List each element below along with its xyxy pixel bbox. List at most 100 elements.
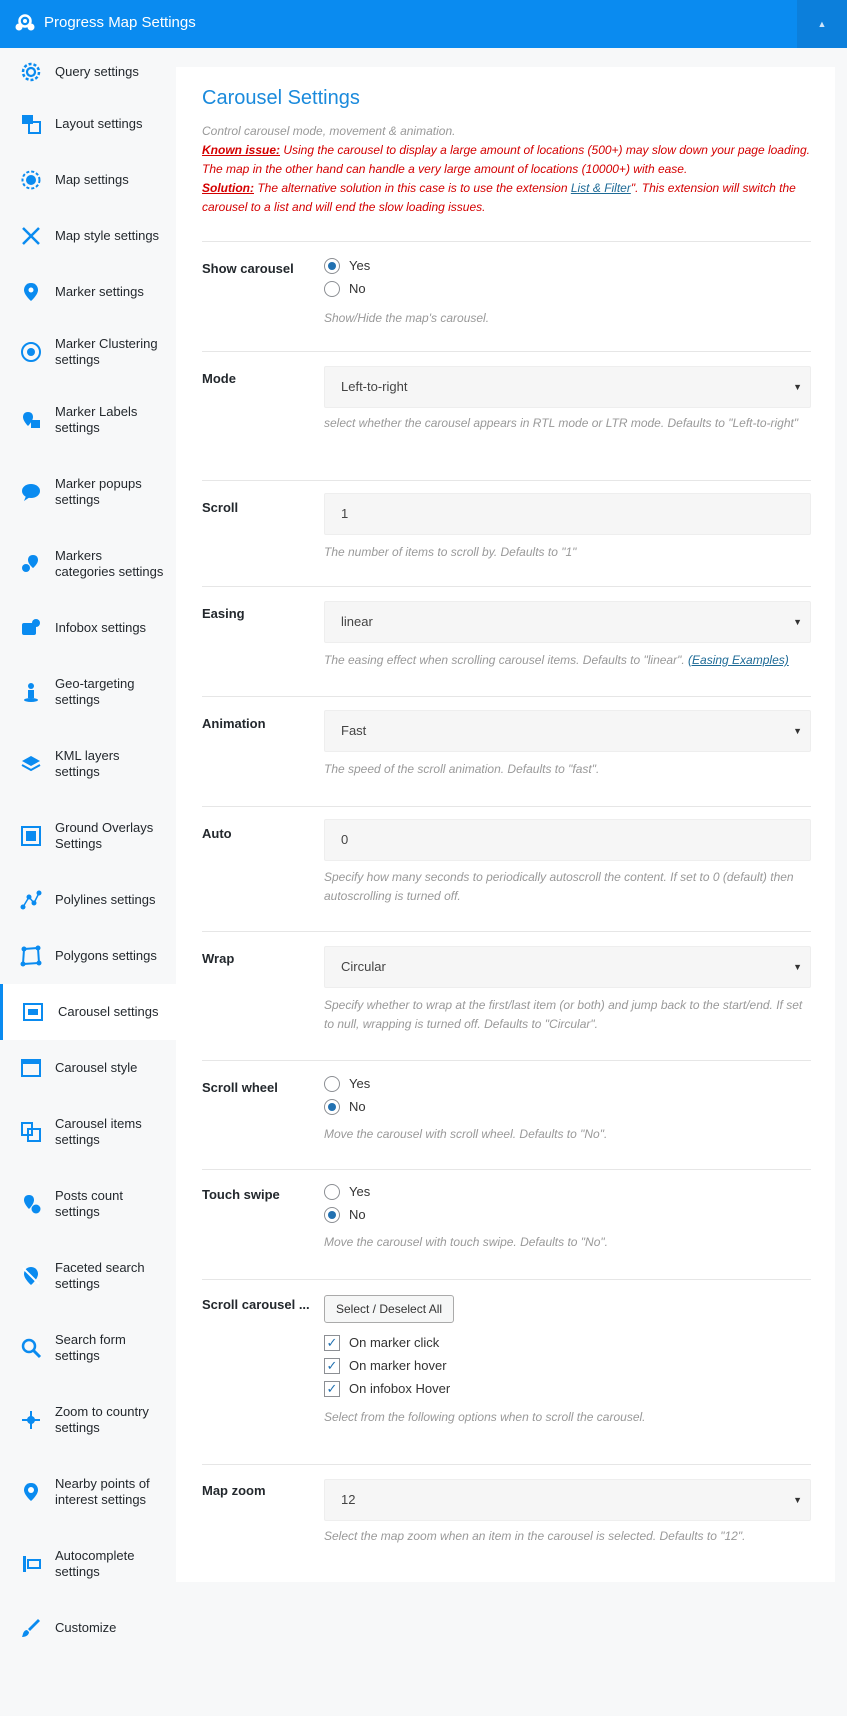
solution-body-before: The alternative solution in this case is… bbox=[253, 181, 571, 195]
sidebar-item-label: Carousel items settings bbox=[55, 1116, 142, 1147]
chevron-down-icon: ▼ bbox=[793, 617, 802, 627]
sidebar-item-label: Marker Clustering settings bbox=[55, 336, 158, 367]
arrow-up-icon: ▲ bbox=[817, 19, 827, 29]
animation-row: Animation Fast ▼ The speed of the scroll … bbox=[202, 696, 811, 806]
scroll-wheel-yes-radio[interactable]: Yes bbox=[324, 1072, 811, 1095]
map-zoom-select[interactable]: 12 ▼ bbox=[324, 1479, 811, 1521]
animation-select[interactable]: Fast ▼ bbox=[324, 710, 811, 752]
sidebar-item-polylines-settings[interactable]: Polylines settings bbox=[0, 872, 176, 928]
sidebar-item-map-style-settings[interactable]: Map style settings bbox=[0, 208, 176, 264]
sidebar-item-customize[interactable]: Customize bbox=[0, 1600, 176, 1656]
sidebar-item-marker-popups-settings[interactable]: Marker popups settings bbox=[0, 456, 176, 528]
sidebar-item-label: Carousel settings bbox=[58, 1004, 159, 1019]
radio-label: Yes bbox=[349, 258, 371, 273]
auto-row: Auto 0 Specify how many seconds to perio… bbox=[202, 806, 811, 931]
sidebar-item-posts-count-settings[interactable]: Posts count settings bbox=[0, 1168, 176, 1240]
known-issue-label: Known issue: bbox=[202, 143, 281, 157]
solution-text: Solution: The alternative solution in th… bbox=[202, 179, 812, 217]
show-carousel-yes-radio[interactable]: Yes bbox=[324, 254, 811, 277]
sidebar-item-marker-settings[interactable]: Marker settings bbox=[0, 264, 176, 320]
posts-count-icon bbox=[24, 1195, 41, 1214]
page-title: Carousel Settings bbox=[202, 87, 360, 109]
mode-help: select whether the carousel appears in R… bbox=[324, 416, 799, 430]
mode-select[interactable]: Left-to-right ▼ bbox=[324, 366, 811, 408]
on-marker-click-checkbox[interactable]: ✓ On marker click bbox=[324, 1331, 811, 1354]
brush-icon bbox=[22, 1619, 40, 1637]
scroll-row: Scroll 1 The number of items to scroll b… bbox=[202, 480, 811, 586]
list-filter-link[interactable]: List & Filter bbox=[571, 181, 631, 195]
touch-swipe-no-radio[interactable]: No bbox=[324, 1203, 811, 1226]
sidebar-item-marker-labels-settings[interactable]: Marker Labels settings bbox=[0, 384, 176, 456]
sidebar-item-carousel-items-settings[interactable]: Carousel items settings bbox=[0, 1096, 176, 1168]
easing-select[interactable]: linear ▼ bbox=[324, 601, 811, 643]
collapse-toggle-button[interactable]: ▲ bbox=[797, 0, 847, 48]
carousel-items-icon bbox=[21, 1122, 41, 1142]
mode-select-value: Left-to-right bbox=[341, 379, 408, 394]
wrap-row: Wrap Circular ▼ Specify whether to wrap a… bbox=[202, 931, 811, 1060]
mode-label: Mode bbox=[202, 371, 236, 386]
sidebar-item-label: Nearby points of interest settings bbox=[55, 1476, 150, 1507]
show-carousel-field: Yes No Show/Hide the map's carousel. bbox=[324, 254, 811, 328]
map-zoom-label: Map zoom bbox=[202, 1483, 266, 1498]
animation-help: The speed of the scroll animation. Defau… bbox=[324, 762, 600, 776]
sidebar-item-carousel-settings[interactable]: Carousel settings bbox=[0, 984, 176, 1040]
sidebar-item-nearby-points-of-interest-settings[interactable]: Nearby points of interest settings bbox=[0, 1456, 176, 1528]
top-bar: Progress Map Settings ▲ bbox=[0, 0, 847, 48]
scroll-input[interactable]: 1 bbox=[324, 493, 811, 535]
easing-examples-link[interactable]: (Easing Examples) bbox=[688, 653, 789, 667]
scroll-label: Scroll bbox=[202, 500, 239, 515]
radio-checked-icon bbox=[324, 1098, 340, 1115]
scroll-carousel-row: Scroll carousel ... Select / Deselect Al… bbox=[202, 1279, 811, 1464]
scroll-wheel-label: Scroll wheel bbox=[202, 1080, 278, 1095]
sidebar-item-carousel-style[interactable]: Carousel style bbox=[0, 1040, 176, 1096]
easing-label: Easing bbox=[202, 606, 245, 621]
easing-field: linear ▼ The easing effect when scrolling… bbox=[324, 601, 811, 670]
map-zoom-field: 12 ▼ Select the map zoom when an item in … bbox=[324, 1479, 811, 1546]
faceted-search-icon bbox=[22, 1267, 40, 1285]
sidebar-item-label: Customize bbox=[55, 1620, 117, 1635]
sidebar-item-label: KML layers settings bbox=[55, 748, 120, 779]
sidebar-item-search-form-settings[interactable]: Search form settings bbox=[0, 1312, 176, 1384]
scroll-wheel-field: Yes No Move the carousel with scroll whe… bbox=[324, 1072, 811, 1144]
wrap-select[interactable]: Circular ▼ bbox=[324, 946, 811, 988]
sidebar-item-layout-settings[interactable]: Layout settings bbox=[0, 96, 176, 152]
sidebar-item-faceted-search-settings[interactable]: Faceted search settings bbox=[0, 1240, 176, 1312]
gear-icon bbox=[21, 62, 41, 82]
on-marker-hover-checkbox[interactable]: ✓ On marker hover bbox=[324, 1354, 811, 1377]
sidebar-item-kml-layers-settings[interactable]: KML layers settings bbox=[0, 728, 176, 800]
sidebar-item-zoom-to-country-settings[interactable]: Zoom to country settings bbox=[0, 1384, 176, 1456]
sidebar-item-map-settings[interactable]: Map settings bbox=[0, 152, 176, 208]
sidebar-item-polygons-settings[interactable]: Polygons settings bbox=[0, 928, 176, 984]
checkmark-icon: ✓ bbox=[324, 1357, 340, 1374]
scroll-wheel-row: Scroll wheel Yes No Move the carousel wi… bbox=[202, 1060, 811, 1169]
sidebar-item-label: Search form settings bbox=[55, 1332, 126, 1363]
sidebar-item-infobox-settings[interactable]: Infobox settings bbox=[0, 600, 176, 656]
tools-icon bbox=[22, 227, 40, 245]
autocomplete-icon bbox=[23, 1556, 41, 1572]
intro-description: Control carousel mode, movement & animat… bbox=[202, 124, 456, 138]
sidebar-item-query-settings[interactable]: Query settings bbox=[0, 48, 176, 96]
sidebar-item-ground-overlays-settings[interactable]: Ground Overlays Settings bbox=[0, 800, 176, 872]
radio-checked-icon bbox=[324, 1206, 340, 1223]
on-infobox-hover-checkbox[interactable]: ✓ On infobox Hover bbox=[324, 1377, 811, 1400]
chevron-down-icon: ▼ bbox=[793, 726, 802, 736]
show-carousel-no-radio[interactable]: No bbox=[324, 277, 811, 300]
checkbox-label: On marker click bbox=[349, 1335, 440, 1350]
scroll-wheel-no-radio[interactable]: No bbox=[324, 1095, 811, 1118]
auto-input[interactable]: 0 bbox=[324, 819, 811, 861]
sidebar-item-autocomplete-settings[interactable]: Autocomplete settings bbox=[0, 1528, 176, 1600]
radio-unchecked-icon bbox=[324, 280, 340, 297]
wrap-help: Specify whether to wrap at the first/las… bbox=[324, 998, 803, 1031]
select-deselect-all-button[interactable]: Select / Deselect All bbox=[324, 1295, 455, 1323]
sidebar-item-markers-categories-settings[interactable]: Markers categories settings bbox=[0, 528, 176, 600]
known-issue-text: Known issue: Using the carousel to displ… bbox=[202, 141, 812, 179]
touch-swipe-yes-radio[interactable]: Yes bbox=[324, 1180, 811, 1203]
known-issue-body: Using the carousel to display a large am… bbox=[202, 143, 810, 176]
sidebar-item-label: Map settings bbox=[55, 172, 129, 187]
sidebar-item-geo-targeting-settings[interactable]: Geo-targeting settings bbox=[0, 656, 176, 728]
scroll-carousel-options: ✓ On marker click ✓ On marker hover ✓ On in… bbox=[324, 1331, 811, 1400]
radio-unchecked-icon bbox=[324, 1183, 340, 1200]
sidebar-item-marker-clustering-settings[interactable]: Marker Clustering settings bbox=[0, 320, 176, 384]
scroll-help: The number of items to scroll by. Defaul… bbox=[324, 545, 577, 559]
app-title: Progress Map Settings bbox=[44, 14, 196, 31]
